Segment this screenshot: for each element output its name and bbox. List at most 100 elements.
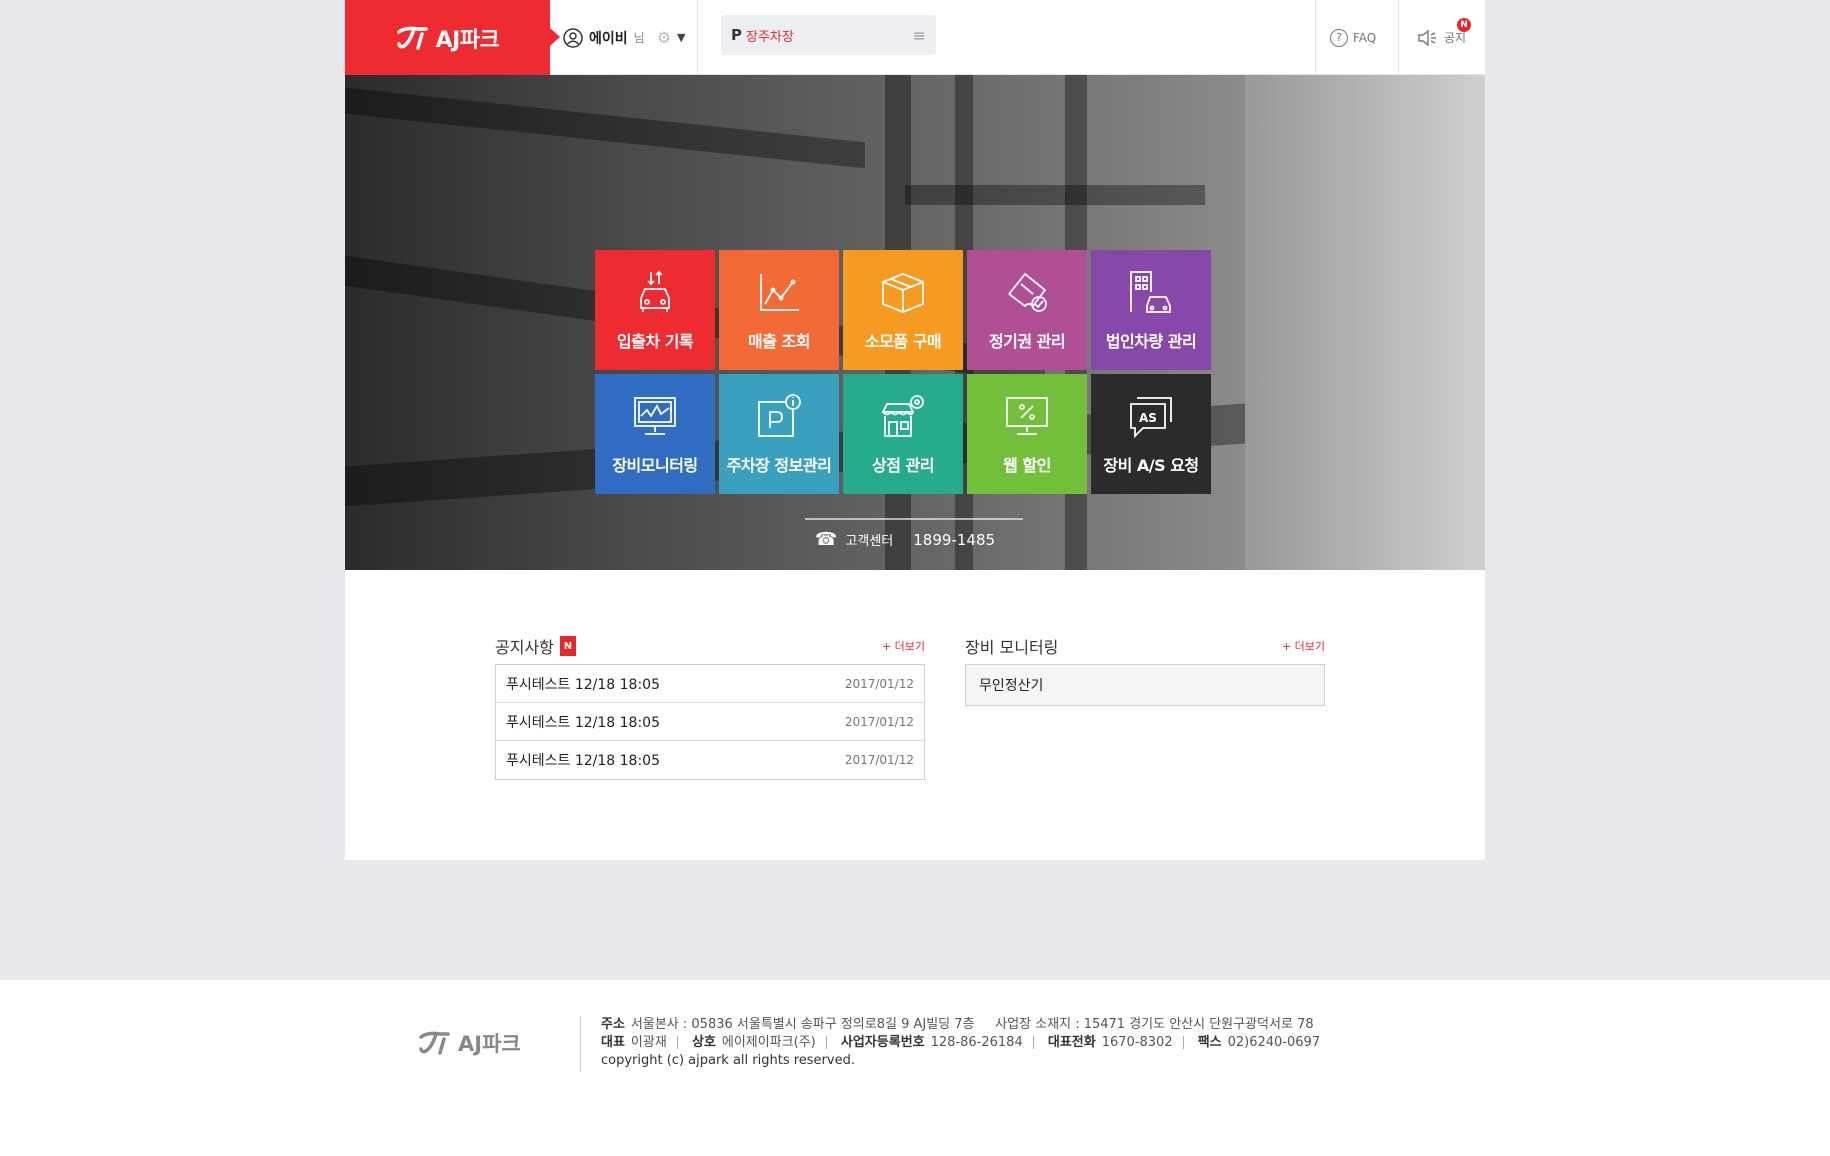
svg-text:AS: AS xyxy=(1139,411,1157,425)
footer-copyright: copyright (c) ajpark all rights reserved… xyxy=(601,1053,855,1068)
menu-tile-equipment-monitoring[interactable]: 장비모니터링 xyxy=(595,374,715,494)
menu-tile-label: 정기권 관리 xyxy=(988,332,1066,351)
aj-logo-mark-icon xyxy=(419,1031,450,1055)
menu-tile-as-request[interactable]: AS 장비 A/S 요청 xyxy=(1091,374,1211,494)
menu-tile-web-discount[interactable]: 웹 할인 xyxy=(967,374,1087,494)
customer-center: ☎ 고객센터 1899-1485 xyxy=(815,529,995,550)
parking-p-icon: P xyxy=(731,26,742,44)
new-badge: N xyxy=(1457,18,1471,32)
monitoring-item-label: 무인정산기 xyxy=(979,678,1044,694)
notice-row[interactable]: 푸시테스트 12/18 18:05 2017/01/12 xyxy=(496,703,924,741)
notice-item-title: 푸시테스트 12/18 18:05 xyxy=(506,714,660,731)
notice-title: 공지사항 xyxy=(495,638,554,657)
sales-chart-icon xyxy=(760,274,799,311)
aj-park-logo: AJ파크 xyxy=(396,22,500,54)
menu-tile-corporate-car[interactable]: 법인차량 관리 xyxy=(1091,250,1211,370)
divider xyxy=(1315,0,1316,75)
notice-list: 푸시테스트 12/18 18:05 2017/01/12 푸시테스트 12/18… xyxy=(495,664,925,780)
top-header: AJ파크 에이비 님 ⚙ ▼ P 장주차장 ≡ ? FAQ 공지 N xyxy=(345,0,1485,75)
menu-tile-label: 장비모니터링 xyxy=(612,456,698,475)
monitoring-section: 장비 모니터링 + 더보기 무인정산기 xyxy=(965,634,1325,706)
as-chat-icon: AS xyxy=(1130,397,1172,439)
footer-company-value: 에이제이파크(주) xyxy=(721,1035,816,1050)
gear-icon[interactable]: ⚙ xyxy=(657,28,671,47)
customer-center-label: 고객센터 xyxy=(845,534,894,549)
chevron-down-icon[interactable]: ▼ xyxy=(677,31,685,44)
building-car-icon xyxy=(1130,271,1171,313)
user-suffix: 님 xyxy=(633,31,645,45)
logo-text: AJ파크 xyxy=(435,27,500,53)
notice-section: 공지사항 N + 더보기 푸시테스트 12/18 18:05 2017/01/1… xyxy=(495,634,925,780)
user-menu[interactable]: 에이비 님 ⚙ ▼ xyxy=(563,0,686,75)
divider xyxy=(580,1016,581,1072)
monitoring-item[interactable]: 무인정산기 xyxy=(965,664,1325,706)
footer-bizno-value: 128-86-26184 xyxy=(930,1035,1023,1050)
logo-area[interactable]: AJ파크 xyxy=(345,0,560,75)
menu-tile-label: 장비 A/S 요청 xyxy=(1103,456,1199,475)
notice-row[interactable]: 푸시테스트 12/18 18:05 2017/01/12 xyxy=(496,741,924,779)
notice-item-date: 2017/01/12 xyxy=(844,714,914,729)
footer-tel-label: 대표전화 xyxy=(1047,1035,1096,1050)
notice-item-date: 2017/01/12 xyxy=(844,676,914,691)
percent-monitor-icon xyxy=(1006,397,1048,435)
notice-row[interactable]: 푸시테스트 12/18 18:05 2017/01/12 xyxy=(496,665,924,703)
parking-lot-name: 장주차장 xyxy=(746,29,794,45)
divider xyxy=(697,0,698,75)
footer-ceo-label: 대표 xyxy=(601,1035,625,1050)
menu-grid: 입출차 기록 매출 조회 소모품 구매 정기권 관리 법인차량 관리 장비모니터… xyxy=(595,250,1215,494)
divider xyxy=(805,518,1023,520)
faq-button[interactable]: ? FAQ xyxy=(1330,0,1376,75)
box-icon xyxy=(882,273,924,313)
parking-lot-selector[interactable]: P 장주차장 ≡ xyxy=(721,15,936,55)
monitor-icon xyxy=(634,397,676,435)
menu-tile-sales[interactable]: 매출 조회 xyxy=(719,250,839,370)
customer-center-number: 1899-1485 xyxy=(913,530,996,549)
footer-addr-label: 주소 xyxy=(601,1017,625,1032)
main-panel: AJ파크 에이비 님 ⚙ ▼ P 장주차장 ≡ ? FAQ 공지 N 입출차 기… xyxy=(345,0,1485,860)
faq-label: FAQ xyxy=(1353,30,1377,45)
footer-tel-value: 1670-8302 xyxy=(1101,1035,1173,1050)
footer-site-value: 사업장 소재지 : 15471 경기도 안산시 단원구광덕서로 78 xyxy=(995,1017,1314,1032)
parking-info-icon xyxy=(758,394,801,437)
notice-more-link[interactable]: + 더보기 xyxy=(882,638,925,654)
footer-company-line: 대표 이광재 상호 에이제이파크(주) 사업자등록번호 128-86-26184 대표… xyxy=(601,1034,1320,1052)
hero-banner: 입출차 기록 매출 조회 소모품 구매 정기권 관리 법인차량 관리 장비모니터… xyxy=(345,75,1485,570)
menu-tile-label: 웹 할인 xyxy=(1003,456,1051,475)
notice-item-title: 푸시테스트 12/18 18:05 xyxy=(506,676,660,693)
question-icon: ? xyxy=(1330,28,1348,47)
building-shape xyxy=(345,87,865,169)
menu-tile-label: 주차장 정보관리 xyxy=(726,456,832,475)
footer-logo: AJ파크 xyxy=(418,1028,521,1058)
car-in-out-icon xyxy=(640,270,670,312)
notice-button[interactable]: 공지 N xyxy=(1417,0,1471,75)
building-shape xyxy=(905,185,1205,205)
building-shape xyxy=(1245,75,1485,570)
footer-logo-text: AJ파크 xyxy=(458,1032,521,1056)
footer-company-label: 상호 xyxy=(691,1035,716,1050)
menu-tile-parking-info[interactable]: 주차장 정보관리 xyxy=(719,374,839,494)
menu-tile-label: 소모품 구매 xyxy=(864,332,942,351)
footer-info: 주소 서울본사 : 05836 서울특별시 송파구 정의로8길 9 AJ빌딩 7층… xyxy=(601,1016,1320,1070)
phone-icon: ☎ xyxy=(815,529,838,550)
menu-tile-store[interactable]: 상점 관리 xyxy=(843,374,963,494)
footer-fax-value: 02)6240-0697 xyxy=(1227,1035,1321,1050)
store-gear-icon xyxy=(881,395,924,437)
notice-item-date: 2017/01/12 xyxy=(844,753,914,767)
divider xyxy=(1398,0,1399,75)
menu-tile-season-ticket[interactable]: 정기권 관리 xyxy=(967,250,1087,370)
aj-logo-mark-icon xyxy=(396,26,428,50)
hamburger-icon[interactable]: ≡ xyxy=(913,26,926,45)
menu-tile-label: 입출차 기록 xyxy=(616,332,694,351)
menu-tile-supplies[interactable]: 소모품 구매 xyxy=(843,250,963,370)
notice-item-title: 푸시테스트 12/18 18:05 xyxy=(506,753,660,769)
footer-bizno-label: 사업자등록번호 xyxy=(840,1035,925,1050)
footer: AJ파크 주소 서울본사 : 05836 서울특별시 송파구 정의로8길 9 AJ… xyxy=(0,980,1830,1156)
new-badge: N xyxy=(559,636,576,656)
user-name: 에이비 xyxy=(589,30,628,47)
ticket-check-icon xyxy=(1008,272,1047,312)
menu-tile-label: 상점 관리 xyxy=(872,456,934,475)
menu-tile-entry-exit[interactable]: 입출차 기록 xyxy=(595,250,715,370)
monitoring-more-link[interactable]: + 더보기 xyxy=(1282,638,1325,654)
monitoring-title: 장비 모니터링 xyxy=(965,638,1059,657)
footer-ceo-value: 이광재 xyxy=(630,1035,667,1050)
